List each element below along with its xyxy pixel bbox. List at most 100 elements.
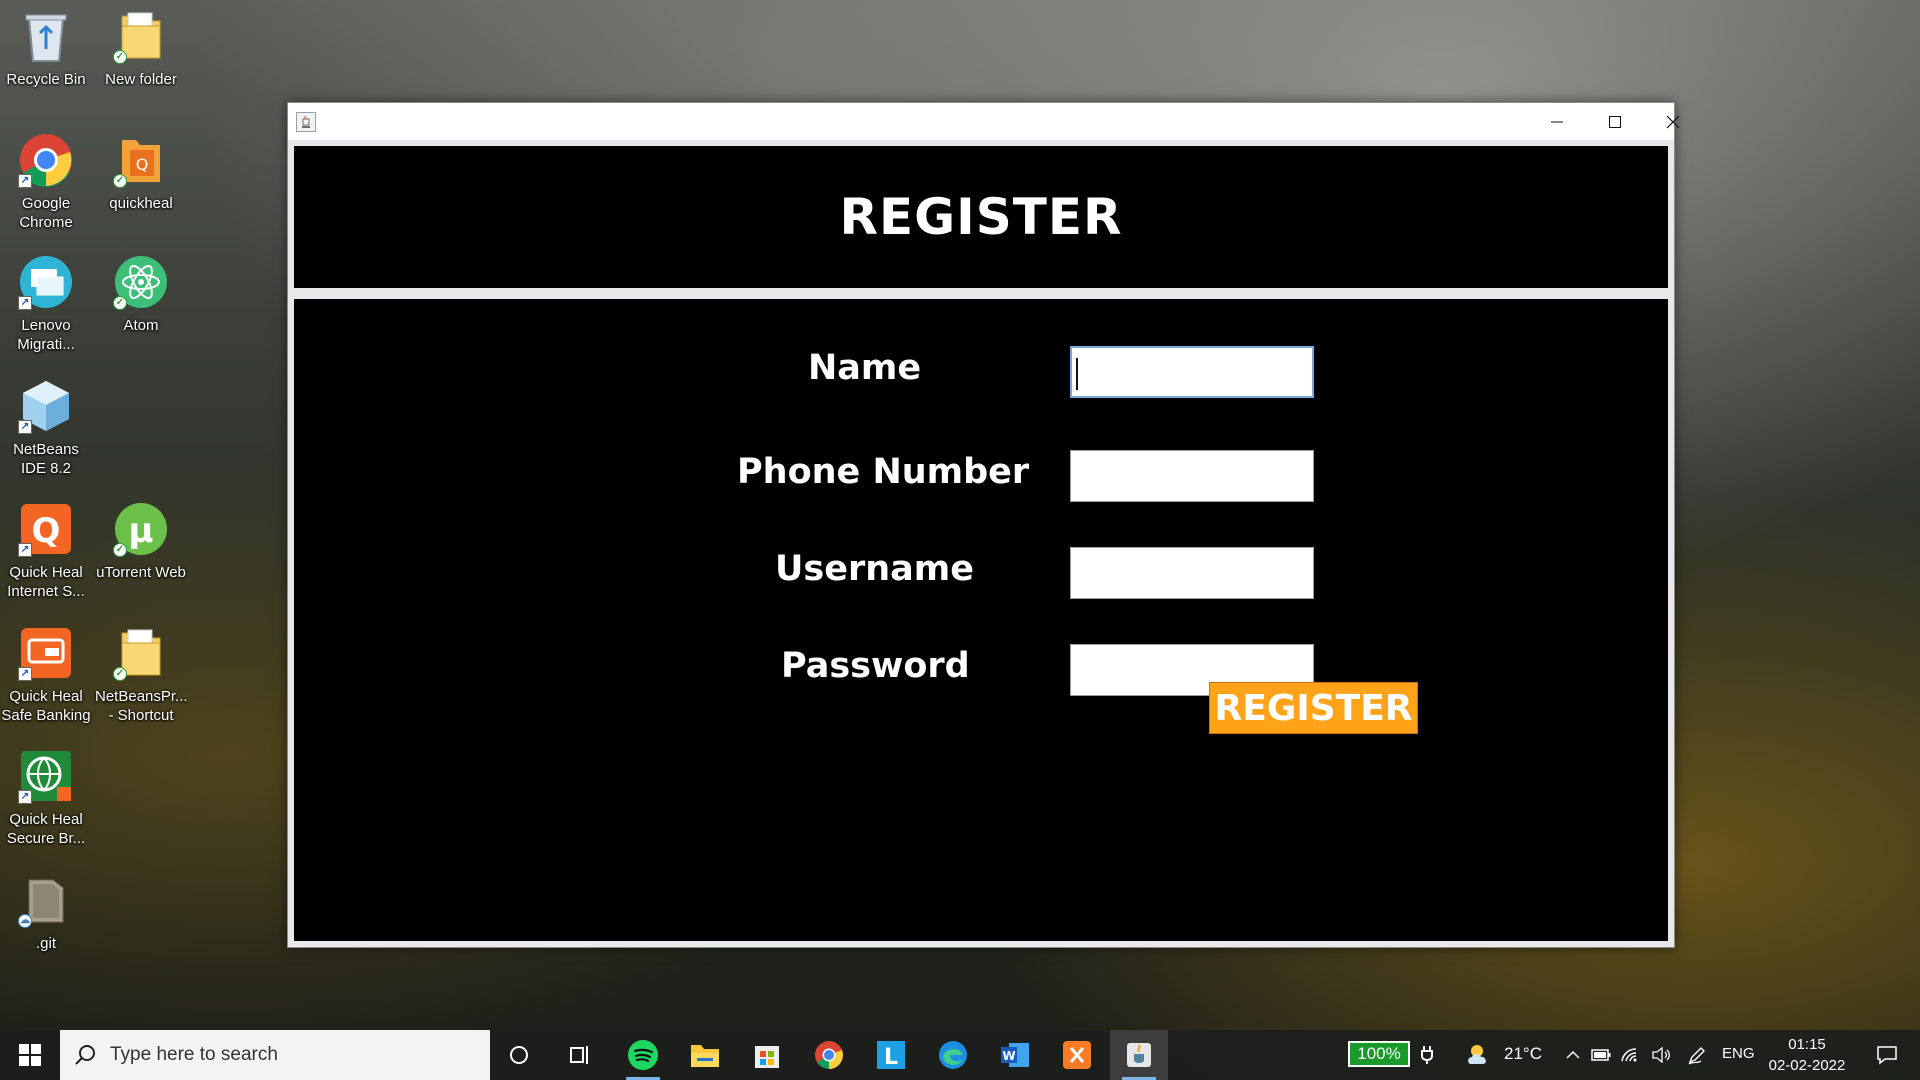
desktop-icon-quick-heal-secure-browser[interactable]: ↗ Quick Heal Secure Br... bbox=[0, 740, 92, 856]
weather-temperature[interactable]: 21°C bbox=[1504, 1044, 1542, 1064]
desktop-icon-git[interactable]: ☁ .git bbox=[0, 864, 92, 980]
java-icon bbox=[1127, 1043, 1151, 1067]
register-button[interactable]: REGISTER bbox=[1209, 682, 1418, 734]
notification-center-button[interactable] bbox=[1862, 1030, 1912, 1080]
charging-plug-icon bbox=[1412, 1030, 1442, 1080]
taskbar-java[interactable] bbox=[1110, 1030, 1168, 1080]
taskbar-clock[interactable]: 01:15 02-02-2022 bbox=[1752, 1034, 1862, 1076]
register-form: Name Phone Number Username Password bbox=[294, 299, 1668, 941]
battery-icon[interactable] bbox=[1588, 1030, 1614, 1080]
folder-shortcut-icon: ✓ bbox=[113, 625, 169, 681]
quickheal-icon: Q ✓ bbox=[113, 132, 169, 188]
taskbar-l-app[interactable]: L bbox=[862, 1030, 920, 1080]
secure-browser-icon: ↗ bbox=[18, 748, 74, 804]
taskbar: Type here to search L W 100% 21°C ENG 01… bbox=[0, 1030, 1920, 1080]
name-label: Name bbox=[808, 348, 922, 388]
taskbar-xampp[interactable] bbox=[1048, 1030, 1106, 1080]
chevron-up-icon bbox=[1566, 1050, 1580, 1059]
cortana-button[interactable] bbox=[490, 1030, 548, 1080]
cortana-icon bbox=[510, 1046, 528, 1064]
desktop-icon-atom[interactable]: ✓ Atom bbox=[95, 246, 187, 362]
text-caret bbox=[1076, 358, 1078, 390]
desktop-icon-label: Recycle Bin bbox=[6, 71, 86, 88]
spotify-icon bbox=[628, 1040, 658, 1070]
desktop-icon-label: Lenovo Migrati... bbox=[17, 317, 75, 353]
utorrent-icon: µ ✓ bbox=[113, 501, 169, 557]
desktop-icon-label: Quick Heal Internet S... bbox=[7, 564, 85, 600]
desktop-icon-label: Quick Heal Safe Banking bbox=[1, 688, 91, 724]
desktop-icon-label: Atom bbox=[123, 317, 159, 334]
taskbar-file-explorer[interactable] bbox=[676, 1030, 734, 1080]
phone-number-field[interactable] bbox=[1070, 450, 1314, 502]
safe-banking-icon: ↗ bbox=[18, 625, 74, 681]
window-titlebar[interactable] bbox=[288, 103, 1680, 140]
start-button[interactable] bbox=[0, 1030, 60, 1080]
show-hidden-icons-button[interactable] bbox=[1560, 1030, 1586, 1080]
desktop-icon-quick-heal-internet-security[interactable]: Q ↗ Quick Heal Internet S... bbox=[0, 493, 92, 609]
register-window: REGISTER Name Phone Number Username Pass… bbox=[287, 102, 1680, 948]
pen-workspace-icon[interactable] bbox=[1682, 1030, 1712, 1080]
desktop-icon-netbeans[interactable]: ↗ NetBeans IDE 8.2 bbox=[0, 370, 92, 486]
username-field[interactable] bbox=[1070, 547, 1314, 599]
minimize-button[interactable] bbox=[1528, 103, 1586, 140]
taskbar-word[interactable]: W bbox=[986, 1030, 1044, 1080]
desktop-icon-label: NetBeans IDE 8.2 bbox=[13, 441, 79, 477]
weather-icon[interactable] bbox=[1458, 1030, 1502, 1080]
desktop-icon-lenovo-migration[interactable]: ↗ Lenovo Migrati... bbox=[0, 246, 92, 362]
name-field[interactable] bbox=[1070, 346, 1314, 398]
desktop-icons: Recycle Bin ✓ New folder ↗ Google Chrome… bbox=[0, 0, 200, 1000]
taskbar-edge[interactable] bbox=[924, 1030, 982, 1080]
netbeans-icon: ↗ bbox=[18, 378, 74, 434]
username-label: Username bbox=[775, 549, 974, 589]
clock-time: 01:15 bbox=[1788, 1036, 1826, 1053]
svg-text:W: W bbox=[1002, 1049, 1015, 1063]
desktop-icon-google-chrome[interactable]: ↗ Google Chrome bbox=[0, 124, 92, 240]
l-app-icon: L bbox=[877, 1041, 905, 1070]
desktop-icon-netbeans-projects-shortcut[interactable]: ✓ NetBeansPr... - Shortcut bbox=[95, 617, 188, 733]
svg-text:Q: Q bbox=[32, 511, 61, 551]
desktop-icon-utorrent-web[interactable]: µ ✓ uTorrent Web bbox=[95, 493, 187, 609]
volume-icon[interactable] bbox=[1647, 1030, 1675, 1080]
lenovo-migration-icon: ↗ bbox=[18, 254, 74, 310]
git-folder-icon: ☁ bbox=[18, 872, 74, 928]
folder-icon: ✓ bbox=[113, 8, 169, 64]
taskbar-microsoft-store[interactable] bbox=[738, 1030, 796, 1080]
task-view-icon bbox=[570, 1046, 588, 1064]
chrome-icon bbox=[815, 1041, 843, 1069]
desktop-icon-quick-heal-safe-banking[interactable]: ↗ Quick Heal Safe Banking bbox=[0, 617, 92, 733]
battery-indicator[interactable]: 100% bbox=[1348, 1041, 1410, 1067]
xampp-icon bbox=[1063, 1041, 1091, 1069]
desktop-icon-quickheal[interactable]: Q ✓ quickheal bbox=[95, 124, 187, 240]
desktop-icon-label: quickheal bbox=[109, 195, 173, 212]
microsoft-store-icon bbox=[755, 1046, 779, 1068]
page-title: REGISTER bbox=[839, 188, 1123, 246]
password-label: Password bbox=[781, 646, 970, 686]
windows-logo-icon bbox=[19, 1044, 41, 1066]
java-app-icon[interactable] bbox=[296, 112, 316, 132]
desktop-icon-label: Quick Heal Secure Br... bbox=[6, 811, 86, 847]
maximize-button[interactable] bbox=[1586, 103, 1644, 140]
phone-number-label: Phone Number bbox=[737, 452, 1030, 492]
desktop-icon-recycle-bin[interactable]: Recycle Bin bbox=[0, 0, 92, 116]
search-placeholder: Type here to search bbox=[110, 1044, 278, 1065]
maximize-icon bbox=[1609, 115, 1621, 128]
chrome-icon: ↗ bbox=[18, 132, 74, 188]
taskbar-spotify[interactable] bbox=[614, 1030, 672, 1080]
language-indicator[interactable]: ENG bbox=[1722, 1045, 1755, 1062]
minimize-icon bbox=[1551, 121, 1563, 122]
desktop-icon-new-folder[interactable]: ✓ New folder bbox=[95, 0, 187, 116]
edge-icon bbox=[939, 1041, 967, 1069]
taskbar-search-box[interactable]: Type here to search bbox=[60, 1030, 490, 1080]
header-panel: REGISTER bbox=[294, 146, 1668, 288]
wifi-icon[interactable] bbox=[1616, 1030, 1644, 1080]
desktop-icon-label: NetBeansPr... - Shortcut bbox=[95, 688, 188, 724]
task-view-button[interactable] bbox=[551, 1030, 609, 1080]
taskbar-chrome[interactable] bbox=[800, 1030, 858, 1080]
svg-text:Q: Q bbox=[136, 155, 149, 174]
quickheal-internet-security-icon: Q ↗ bbox=[18, 501, 74, 557]
search-icon bbox=[60, 1044, 110, 1066]
notification-icon bbox=[1877, 1046, 1897, 1065]
close-button[interactable] bbox=[1644, 103, 1702, 140]
svg-text:µ: µ bbox=[128, 511, 153, 551]
desktop-icon-label: .git bbox=[35, 935, 56, 952]
